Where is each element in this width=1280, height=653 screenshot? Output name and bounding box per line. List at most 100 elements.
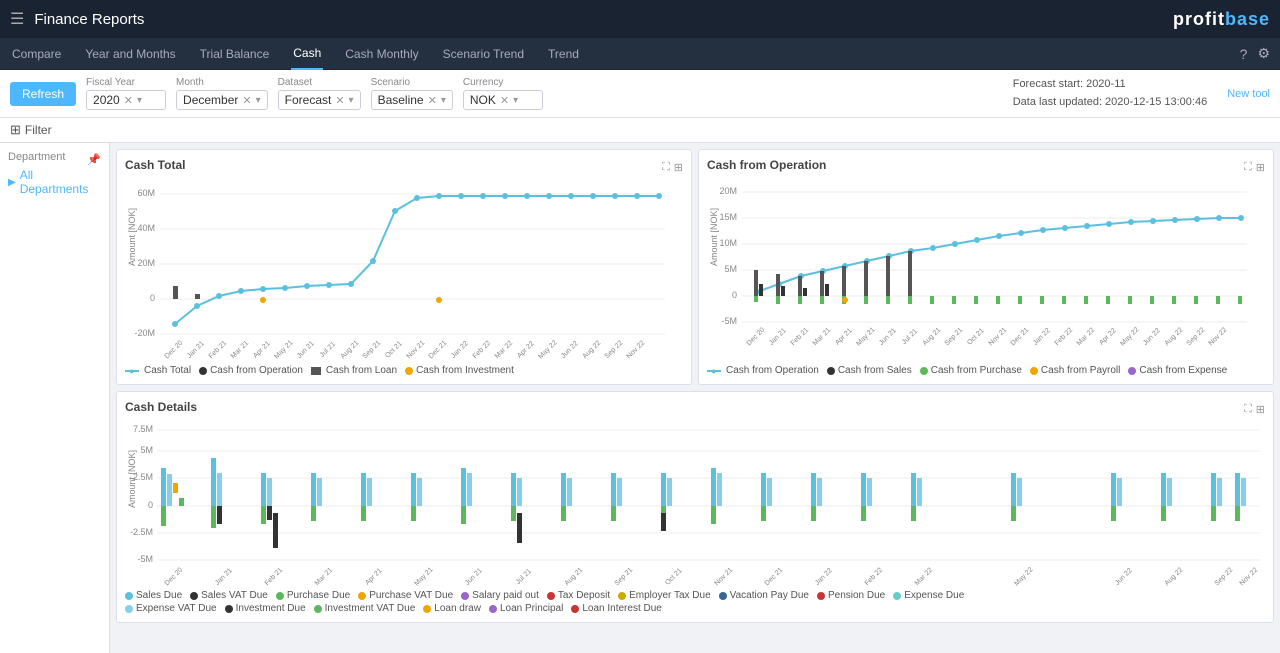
nav-cash-monthly[interactable]: Cash Monthly <box>343 38 420 70</box>
svg-text:Jan 22: Jan 22 <box>814 567 834 587</box>
scenario-filter: Scenario Baseline ✕ ▾ <box>371 77 453 110</box>
month-select[interactable]: December ✕ ▾ <box>176 90 268 110</box>
month-label: Month <box>176 77 268 88</box>
currency-clear[interactable]: ✕ <box>500 94 509 107</box>
navbar: Compare Year and Months Trial Balance Ca… <box>0 38 1280 70</box>
forecast-info: Forecast start: 2020-11 Data last update… <box>1013 76 1207 111</box>
scenario-select[interactable]: Baseline ✕ ▾ <box>371 90 453 110</box>
svg-text:Feb 22: Feb 22 <box>864 567 884 587</box>
month-filter: Month December ✕ ▾ <box>176 77 268 110</box>
svg-text:-20M: -20M <box>134 328 155 338</box>
svg-text:Apr 21: Apr 21 <box>252 340 272 360</box>
cash-operation-chart-area: 20M 15M 10M 5M 0 -5M Amount [NOK] <box>707 176 1265 361</box>
cash-details-chart-area: 7.5M 5M 2.5M 0 -2.5M -5M Amount [NOK] <box>125 418 1265 588</box>
svg-text:Sep 21: Sep 21 <box>944 327 965 348</box>
scenario-clear[interactable]: ✕ <box>428 94 437 107</box>
svg-text:Aug 22: Aug 22 <box>582 340 603 361</box>
svg-text:7.5M: 7.5M <box>133 424 153 434</box>
fiscal-year-label: Fiscal Year <box>86 77 166 88</box>
svg-text:Sep 22: Sep 22 <box>1214 567 1235 588</box>
expand-icon: ▶ <box>8 177 16 188</box>
cash-operation-svg: 20M 15M 10M 5M 0 -5M Amount [NOK] <box>707 176 1252 361</box>
cash-operation-table-icon[interactable]: ⊞ <box>1256 161 1265 174</box>
month-clear[interactable]: ✕ <box>242 94 251 107</box>
svg-text:Oct 21: Oct 21 <box>966 327 986 347</box>
svg-text:Apr 22: Apr 22 <box>1098 327 1118 347</box>
svg-text:Nov 21: Nov 21 <box>406 340 427 361</box>
fiscal-year-select[interactable]: 2020 ✕ ▾ <box>86 90 166 110</box>
nav-trend[interactable]: Trend <box>546 38 581 70</box>
svg-text:Dec 20: Dec 20 <box>746 327 767 348</box>
scenario-label: Scenario <box>371 77 453 88</box>
svg-text:Jan 21: Jan 21 <box>214 567 234 587</box>
svg-text:Apr 21: Apr 21 <box>364 567 384 587</box>
svg-text:Feb 21: Feb 21 <box>208 340 228 360</box>
svg-text:Feb 21: Feb 21 <box>790 327 810 347</box>
svg-text:Aug 21: Aug 21 <box>340 340 361 361</box>
svg-text:May 22: May 22 <box>1013 566 1034 587</box>
filter-toggle-label: Filter <box>25 123 52 137</box>
sidebar-title: Department <box>8 151 65 163</box>
main-layout: Department 📌 ▶ All Departments Cash Tota… <box>0 143 1280 653</box>
svg-text:Apr 22: Apr 22 <box>516 340 536 360</box>
svg-text:Jun 22: Jun 22 <box>560 340 580 360</box>
svg-text:Mar 21: Mar 21 <box>314 567 334 587</box>
menu-icon[interactable]: ☰ <box>10 9 24 29</box>
svg-text:Aug 21: Aug 21 <box>922 327 943 348</box>
cash-details-expand-icon[interactable]: ⛶ <box>1244 403 1252 416</box>
refresh-button[interactable]: Refresh <box>10 82 76 106</box>
svg-text:-5M: -5M <box>722 316 738 326</box>
svg-text:Sep 21: Sep 21 <box>614 567 635 588</box>
svg-text:-5M: -5M <box>138 554 154 564</box>
nav-scenario-trend[interactable]: Scenario Trend <box>441 38 526 70</box>
help-icon[interactable]: ? <box>1240 46 1248 62</box>
cash-details-panel: Cash Details ⛶ ⊞ 7.5M 5M 2.5M 0 -2.5M -5… <box>116 391 1274 623</box>
nav-cash[interactable]: Cash <box>291 38 323 70</box>
currency-filter: Currency NOK ✕ ▾ <box>463 77 543 110</box>
cash-details-table-icon[interactable]: ⊞ <box>1256 403 1265 416</box>
settings-icon[interactable]: ⚙ <box>1257 45 1270 62</box>
fiscal-year-clear[interactable]: ✕ <box>124 94 133 107</box>
svg-text:10M: 10M <box>719 238 737 248</box>
filter-toggle[interactable]: ⊞ Filter <box>10 122 52 138</box>
month-arrow: ▾ <box>256 95 261 106</box>
nav-trial-balance[interactable]: Trial Balance <box>198 38 272 70</box>
svg-text:Jun 22: Jun 22 <box>1142 327 1162 347</box>
app-title: Finance Reports <box>34 11 144 28</box>
cash-total-expand-icon[interactable]: ⛶ <box>662 161 670 174</box>
nav-compare[interactable]: Compare <box>10 38 63 70</box>
cash-details-legend-row2: Expense VAT Due Investment Due Investmen… <box>125 603 1265 614</box>
dataset-arrow: ▾ <box>349 95 354 106</box>
svg-text:Sep 21: Sep 21 <box>362 340 383 361</box>
cash-operation-title: Cash from Operation <box>707 158 826 172</box>
scenario-arrow: ▾ <box>441 95 446 106</box>
nav-year-months[interactable]: Year and Months <box>83 38 177 70</box>
svg-text:40M: 40M <box>137 223 155 233</box>
pin-icon[interactable]: 📌 <box>87 153 101 166</box>
currency-select[interactable]: NOK ✕ ▾ <box>463 90 543 110</box>
cash-total-panel: Cash Total ⛶ ⊞ 60M 40M 20M 0 -20M <box>116 149 692 385</box>
cash-total-title: Cash Total <box>125 158 185 172</box>
sidebar-all-departments[interactable]: ▶ All Departments <box>8 168 101 196</box>
dataset-select[interactable]: Forecast ✕ ▾ <box>278 90 361 110</box>
svg-text:Aug 21: Aug 21 <box>564 567 585 588</box>
svg-text:May 21: May 21 <box>855 326 876 347</box>
filterbar: Refresh Fiscal Year 2020 ✕ ▾ Month Decem… <box>0 70 1280 118</box>
svg-text:Oct 21: Oct 21 <box>384 340 404 360</box>
dataset-clear[interactable]: ✕ <box>335 94 344 107</box>
svg-text:Amount [NOK]: Amount [NOK] <box>127 208 137 266</box>
svg-text:Jul 21: Jul 21 <box>515 568 533 586</box>
svg-text:Feb 21: Feb 21 <box>264 567 284 587</box>
new-tool-link[interactable]: New tool <box>1227 88 1270 100</box>
svg-text:Mar 21: Mar 21 <box>230 340 250 360</box>
svg-text:Amount [NOK]: Amount [NOK] <box>127 450 137 508</box>
svg-text:Jan 21: Jan 21 <box>186 340 206 360</box>
svg-text:Mar 22: Mar 22 <box>914 567 934 587</box>
cash-details-legend-row1: Sales Due Sales VAT Due Purchase Due Pur… <box>125 590 1265 601</box>
svg-text:Nov 21: Nov 21 <box>714 567 735 588</box>
cash-operation-expand-icon[interactable]: ⛶ <box>1244 161 1252 174</box>
svg-text:Mar 22: Mar 22 <box>494 340 514 360</box>
svg-text:Jun 21: Jun 21 <box>878 327 898 347</box>
cash-total-table-icon[interactable]: ⊞ <box>674 161 683 174</box>
svg-text:Dec 21: Dec 21 <box>764 567 785 588</box>
